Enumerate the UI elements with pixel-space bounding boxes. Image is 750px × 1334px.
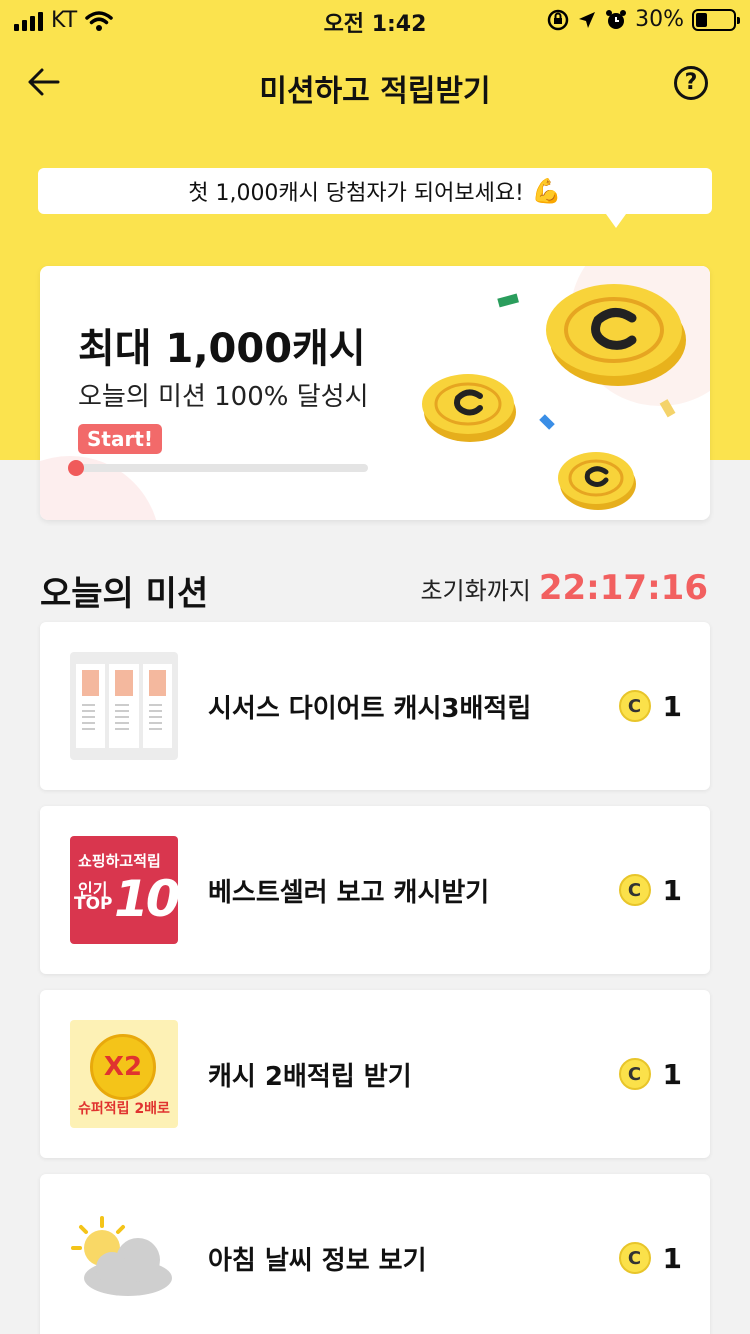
page-title: 미션하고 적립받기	[259, 74, 491, 109]
top10-thumbnail: 쇼핑하고적립 인기 TOP 10	[70, 836, 178, 944]
coin-icon: C	[618, 1242, 651, 1274]
thumb-text: 10	[114, 870, 178, 928]
missions-section-title: 오늘의 미션	[40, 574, 209, 614]
start-badge: Start!	[78, 424, 163, 454]
nav-bar: 미션하고 적립받기 ?	[0, 52, 750, 116]
reward-value: 1	[662, 1057, 682, 1091]
progress-dot	[68, 460, 84, 476]
product-thumbnail	[70, 652, 178, 760]
mission-card[interactable]: 시서스 다이어트 캐시3배적립 C 1	[40, 622, 710, 790]
reset-timer-value: 22:17:16	[538, 568, 708, 608]
reward-value: 1	[662, 689, 682, 723]
reward-card[interactable]: 최대 1,000캐시 오늘의 미션 100% 달성시 Start!	[40, 266, 710, 520]
sun-cloud-icon	[71, 1216, 172, 1296]
x2-coin-icon: X2	[90, 1034, 156, 1100]
mission-label: 베스트셀러 보고 캐시받기	[208, 877, 490, 908]
status-right: 30%	[547, 7, 740, 32]
mission-label: 시서스 다이어트 캐시3배적립	[208, 693, 532, 724]
thumb-caption: 슈퍼적립 2배로	[78, 1101, 170, 1117]
reward-value: 1	[662, 1241, 682, 1275]
battery-level	[696, 12, 707, 27]
mission-card[interactable]: 아침 날씨 정보 보기 C 1	[40, 1174, 710, 1334]
reset-timer-label: 초기화까지	[420, 577, 531, 605]
coin-icon: C	[618, 690, 651, 722]
coins-illustration-icon	[422, 284, 686, 510]
reward-subtitle: 오늘의 미션 100% 달성시	[78, 382, 369, 412]
help-icon[interactable]: ?	[674, 66, 708, 100]
promo-bubble-text: 첫 1,000캐시 당첨자가 되어보세요!	[188, 181, 524, 206]
coin-icon: C	[618, 874, 651, 906]
location-icon	[579, 11, 596, 28]
reset-timer: 초기화까지 22:17:16	[420, 568, 708, 608]
orientation-lock-icon	[547, 9, 569, 30]
mission-card[interactable]: 쇼핑하고적립 인기 TOP 10 베스트셀러 보고 캐시받기 C 1	[40, 806, 710, 974]
mission-label: 아침 날씨 정보 보기	[208, 1245, 427, 1276]
mission-reward: C 1	[618, 806, 682, 974]
mission-reward: C 1	[618, 990, 682, 1158]
muscle-emoji-icon: 💪	[531, 177, 562, 205]
battery-percent: 30%	[635, 7, 684, 32]
progress-track	[76, 464, 368, 472]
reward-title: 최대 1,000캐시	[78, 326, 366, 372]
weather-thumbnail	[70, 1204, 178, 1312]
battery-icon	[692, 8, 740, 31]
promo-bubble: 첫 1,000캐시 당첨자가 되어보세요! 💪	[38, 168, 712, 228]
status-bar: KT 오전 1:42 30%	[0, 0, 750, 40]
mission-card[interactable]: X2 슈퍼적립 2배로 캐시 2배적립 받기 C 1	[40, 990, 710, 1158]
coin-icon: C	[618, 1058, 651, 1090]
reward-value: 1	[662, 873, 682, 907]
mission-label: 캐시 2배적립 받기	[208, 1061, 412, 1092]
thumb-text: TOP	[74, 894, 113, 914]
mission-reward: C 1	[618, 1174, 682, 1334]
mission-reward: C 1	[618, 622, 682, 790]
alarm-icon	[606, 9, 627, 29]
thumb-text: 쇼핑하고적립	[78, 852, 161, 870]
x2-thumbnail: X2 슈퍼적립 2배로	[70, 1020, 178, 1128]
